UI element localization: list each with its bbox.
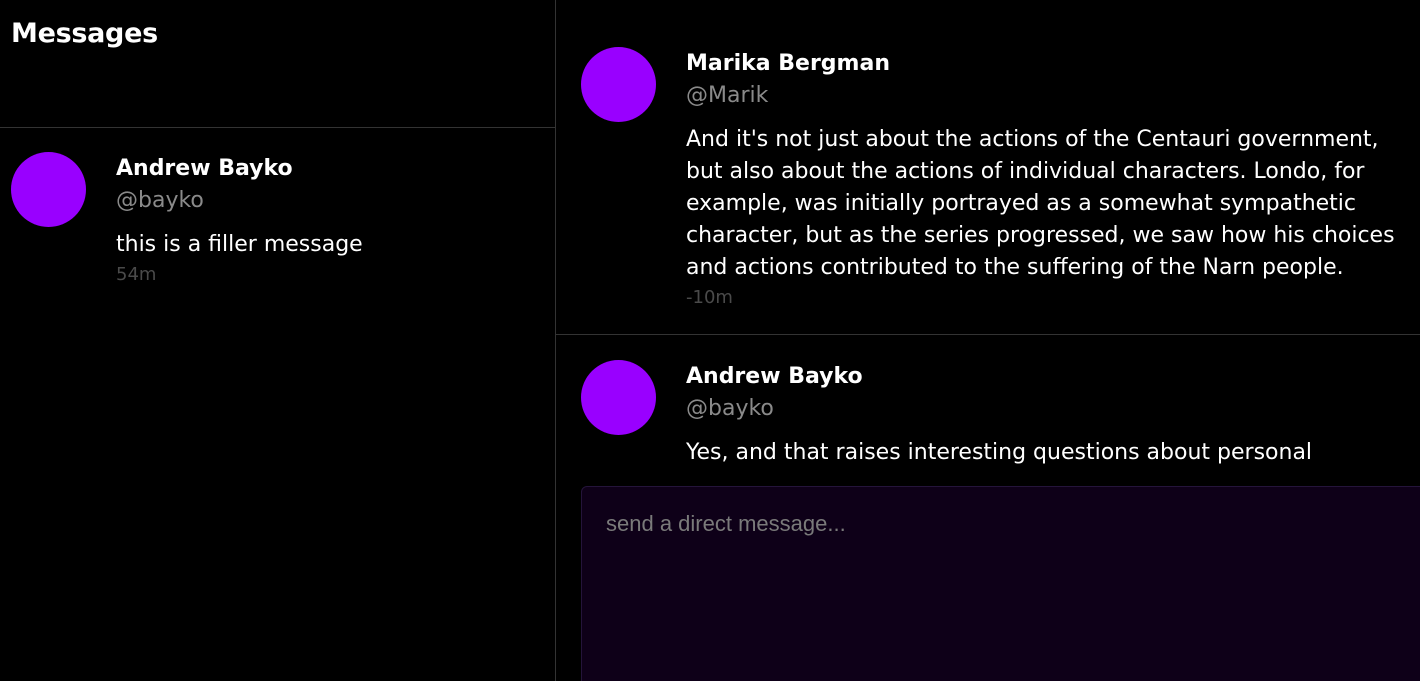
- avatar[interactable]: [581, 47, 656, 122]
- message-time: -10m: [686, 287, 733, 308]
- conversation-time: 54m: [116, 264, 157, 285]
- page-title: Messages: [11, 18, 158, 49]
- avatar[interactable]: [581, 360, 656, 435]
- conversation-handle: @bayko: [116, 188, 204, 213]
- direct-message-input[interactable]: [581, 486, 1420, 681]
- conversation-item[interactable]: Andrew Bayko @bayko this is a filler mes…: [0, 128, 555, 288]
- sidebar-header: Messages: [0, 0, 555, 128]
- chat-panel: Marika Bergman @Marik And it's not just …: [556, 0, 1420, 681]
- message-author-handle: @Marik: [686, 83, 769, 108]
- message-author-name[interactable]: Marika Bergman: [686, 51, 890, 76]
- message-text: Yes, and that raises interesting questio…: [686, 440, 1313, 464]
- conversation-name: Andrew Bayko: [116, 156, 293, 181]
- message-author-name[interactable]: Andrew Bayko: [686, 364, 863, 389]
- avatar: [11, 152, 86, 227]
- messages-app: Messages Andrew Bayko @bayko this is a f…: [0, 0, 1420, 681]
- conversation-preview: this is a filler message: [116, 232, 363, 257]
- message-text: And it's not just about the actions of t…: [686, 127, 1395, 280]
- message-author-handle: @bayko: [686, 396, 774, 421]
- conversation-sidebar: Messages Andrew Bayko @bayko this is a f…: [0, 0, 556, 681]
- message-item: Andrew Bayko @bayko Yes, and that raises…: [556, 336, 1420, 464]
- message-item: Marika Bergman @Marik And it's not just …: [556, 0, 1420, 335]
